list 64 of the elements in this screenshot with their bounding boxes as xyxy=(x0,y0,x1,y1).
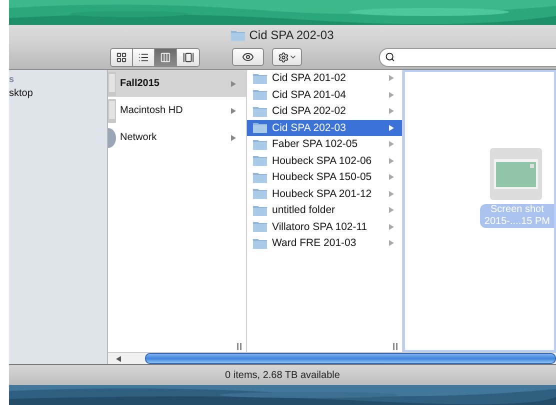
folder-icon xyxy=(231,30,246,40)
folder-icon xyxy=(253,155,267,166)
folder-row[interactable]: Villatoro SPA 102-11 xyxy=(247,218,402,235)
folder-icon xyxy=(253,89,267,100)
folder-row[interactable]: Houbeck SPA 201-12 xyxy=(247,186,402,202)
folder-row[interactable]: untitled folder xyxy=(247,202,402,218)
icons-view-icon xyxy=(116,52,127,62)
folder-icon xyxy=(253,221,267,232)
folder-icon xyxy=(253,138,267,150)
folder-icon xyxy=(253,238,267,249)
disclosure-arrow-icon xyxy=(389,75,394,82)
disclosure-arrow-icon xyxy=(389,124,394,131)
disclosure-arrow-icon xyxy=(231,80,236,86)
gear-icon xyxy=(278,52,288,62)
folder-icon xyxy=(253,72,267,84)
source-row[interactable]: Fall2015 xyxy=(108,70,246,97)
disclosure-arrow-icon xyxy=(389,141,394,148)
status-text: 0 items, 2.68 TB available xyxy=(225,370,340,380)
folder-row[interactable]: Cid SPA 201-02 xyxy=(247,70,402,86)
folder-row[interactable]: Houbeck SPA 102-06 xyxy=(247,152,402,169)
folder-icon xyxy=(253,172,267,183)
disclosure-arrow-icon xyxy=(389,190,394,197)
disclosure-arrow-icon xyxy=(231,108,236,114)
list-view-icon xyxy=(138,52,149,62)
disclosure-arrow-icon xyxy=(389,174,394,180)
sidebar-item[interactable]: sktop xyxy=(9,88,107,99)
folder-icon xyxy=(253,106,267,117)
eye-icon xyxy=(242,51,254,63)
folder-icon xyxy=(253,204,267,216)
caret-icon xyxy=(288,53,296,61)
folder-row[interactable]: Cid SPA 202-02 xyxy=(247,103,402,120)
quick-look-button[interactable] xyxy=(232,48,264,66)
disclosure-arrow-icon xyxy=(389,240,394,246)
action-menu-button[interactable] xyxy=(272,48,302,66)
disclosure-arrow-icon xyxy=(389,108,394,114)
scroll-left-icon[interactable] xyxy=(116,356,121,362)
folder-icon xyxy=(253,188,267,200)
coverflow-view-button[interactable] xyxy=(177,48,199,66)
disclosure-arrow-icon xyxy=(231,134,236,140)
horizontal-scrollbar[interactable] xyxy=(145,353,556,364)
disclosure-arrow-icon xyxy=(389,224,394,230)
columns-view-button[interactable] xyxy=(155,48,177,66)
coverflow-view-icon xyxy=(182,52,194,62)
source-row[interactable]: Macintosh HD xyxy=(108,97,246,124)
sidebar-heading: s xyxy=(9,74,16,84)
disclosure-arrow-icon xyxy=(389,207,394,214)
list-view-button[interactable] xyxy=(133,48,155,66)
folder-icon xyxy=(253,122,267,134)
folder-row[interactable]: Cid SPA 202-03 xyxy=(247,120,402,136)
folder-row[interactable]: Ward FRE 201-03 xyxy=(247,235,402,252)
window-title: Cid SPA 202-03 xyxy=(249,28,334,42)
search-icon xyxy=(385,52,395,62)
screenshot-thumbnail-icon xyxy=(494,159,538,189)
folder-row[interactable]: Faber SPA 102-05 xyxy=(247,136,402,152)
column-resize-handle[interactable] xyxy=(237,343,242,350)
search-field[interactable] xyxy=(379,48,556,66)
icons-view-button[interactable] xyxy=(111,48,133,66)
folder-row[interactable]: Cid SPA 201-04 xyxy=(247,86,402,103)
column-resize-handle[interactable] xyxy=(393,343,398,350)
disclosure-arrow-icon xyxy=(389,158,394,164)
columns-view-icon xyxy=(160,52,171,62)
source-row[interactable]: Network xyxy=(108,124,246,151)
disclosure-arrow-icon xyxy=(389,92,394,98)
folder-row[interactable]: Houbeck SPA 150-05 xyxy=(247,169,402,186)
